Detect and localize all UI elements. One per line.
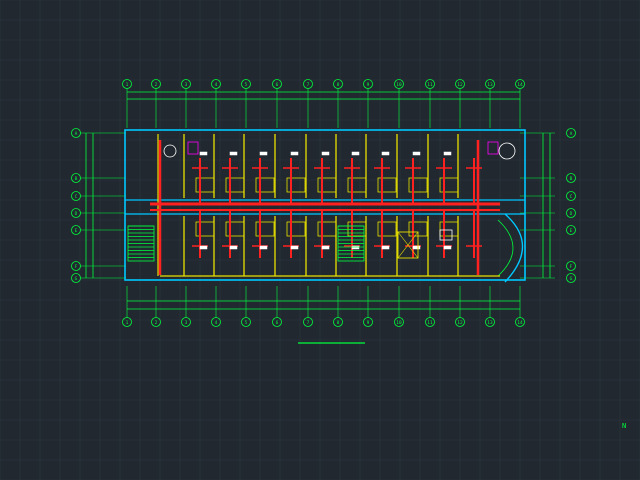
- axis-bubble-column-label: 2: [155, 320, 158, 326]
- bathroom-south: [286, 221, 306, 237]
- axis-bubble-column-label: 7: [307, 320, 310, 326]
- axis-bubble-row-label: C: [570, 194, 573, 200]
- axis-bubble-column-label: 9: [367, 320, 370, 326]
- axis-bubble-row-label: A: [75, 131, 78, 137]
- axis-bubble-row-label: A: [570, 131, 573, 137]
- axis-bubble-column-label: 2: [155, 82, 158, 88]
- axis-bubble-column-label: 10: [396, 82, 402, 88]
- axis-bubble-row-label: E: [570, 228, 573, 234]
- equipment-accent-west: [187, 141, 199, 155]
- axis-bubble-column-label: 13: [487, 82, 493, 88]
- axis-bubble-column-label: 14: [517, 320, 523, 326]
- fixture-north: [443, 151, 452, 156]
- axis-bubble-column-label: 7: [307, 82, 310, 88]
- bathroom-south: [317, 221, 337, 237]
- bathroom-south: [195, 221, 215, 237]
- toilet-fixture: [439, 229, 453, 241]
- fixture-north: [259, 151, 268, 156]
- axis-bubble-column-label: 3: [185, 82, 188, 88]
- axis-bubble-column-label: 9: [367, 82, 370, 88]
- axis-bubble-row-label: G: [75, 276, 78, 282]
- axis-bubble-row-label: F: [570, 264, 573, 270]
- fixture-north: [381, 151, 390, 156]
- axis-bubble-column-label: 1: [126, 82, 129, 88]
- fixture-north: [412, 151, 421, 156]
- bathroom-south: [347, 221, 367, 237]
- axis-bubble-column-label: 4: [215, 82, 218, 88]
- axis-bubble-row-label: C: [75, 194, 78, 200]
- axis-bubble-column-label: 3: [185, 320, 188, 326]
- fixture-south: [443, 245, 452, 250]
- bathroom-south: [377, 221, 397, 237]
- axis-bubble-column-label: 8: [337, 82, 340, 88]
- axis-bubble-column-label: 12: [457, 320, 463, 326]
- axis-bubble-row-label: B: [570, 176, 573, 182]
- bathroom-south: [225, 221, 245, 237]
- axis-bubble-column-label: 14: [517, 82, 523, 88]
- fixture-north: [351, 151, 360, 156]
- fixture-south: [290, 245, 299, 250]
- corner-mark: N: [622, 422, 626, 430]
- axis-bubble-row-label: F: [75, 264, 78, 270]
- axis-bubble-column-label: 8: [337, 320, 340, 326]
- axis-bubble-column-label: 5: [245, 320, 248, 326]
- axis-bubble-column-label: 11: [427, 82, 433, 88]
- fixture-south: [229, 245, 238, 250]
- equipment-west: [163, 144, 177, 158]
- fixture-south: [259, 245, 268, 250]
- axis-bubble-column-label: 5: [245, 82, 248, 88]
- fixture-north: [290, 151, 299, 156]
- cad-floor-plan-canvas[interactable]: 11223344556677889910101111121213131414A A…: [0, 0, 640, 480]
- fixture-north: [321, 151, 330, 156]
- fixture-south: [321, 245, 330, 250]
- equipment-east: [498, 142, 516, 160]
- axis-bubble-row-label: D: [75, 211, 78, 217]
- bathroom-south: [255, 221, 275, 237]
- background-grid: [0, 0, 640, 480]
- axis-bubble-column-label: 13: [487, 320, 493, 326]
- axis-bubble-row-label: D: [570, 211, 573, 217]
- axis-bubble-row-label: G: [570, 276, 573, 282]
- axis-bubble-column-label: 4: [215, 320, 218, 326]
- fixture-south: [199, 245, 208, 250]
- axis-bubble-column-label: 12: [457, 82, 463, 88]
- bathroom-south: [439, 221, 459, 237]
- axis-bubble-column-label: 1: [126, 320, 129, 326]
- axis-bubble-column-label: 11: [427, 320, 433, 326]
- fixture-south: [351, 245, 360, 250]
- axis-bubble-row-label: E: [75, 228, 78, 234]
- fixture-south: [381, 245, 390, 250]
- equipment-accent-east: [487, 141, 499, 155]
- axis-bubble-column-label: 6: [276, 82, 279, 88]
- fixture-north: [229, 151, 238, 156]
- fixture-north: [199, 151, 208, 156]
- axis-bubble-column-label: 10: [396, 320, 402, 326]
- fixture-south: [412, 245, 421, 250]
- stairs: [127, 225, 365, 262]
- axis-bubble-column-label: 6: [276, 320, 279, 326]
- axis-bubble-row-label: B: [75, 176, 78, 182]
